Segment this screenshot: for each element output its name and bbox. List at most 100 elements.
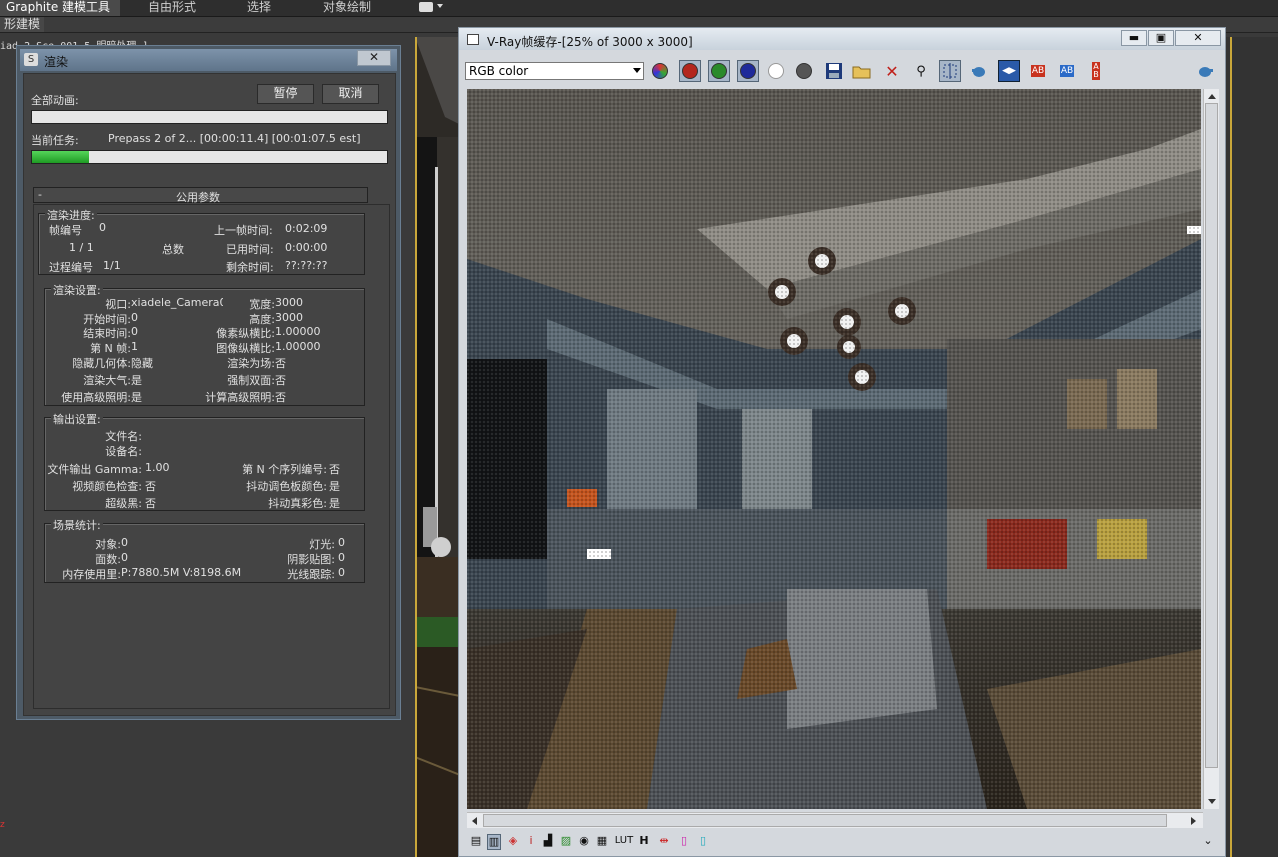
- height-value: 3000: [275, 311, 303, 324]
- chevron-down-icon[interactable]: [437, 4, 443, 8]
- objects-value: 0: [121, 536, 128, 549]
- teapot-glyph: [1199, 67, 1213, 77]
- task-progress-fill: [32, 151, 89, 163]
- ocio-icon[interactable]: ▯: [696, 834, 710, 848]
- pass-label: 过程编号: [49, 261, 93, 274]
- tab-graphite[interactable]: Graphite 建模工具: [0, 0, 120, 16]
- minimize-button[interactable]: ▬: [1121, 30, 1147, 46]
- rendered-image[interactable]: [467, 89, 1201, 809]
- nth-frame-value: 1: [131, 340, 138, 353]
- viewport-border: [1230, 37, 1232, 857]
- ab-vertical-icon[interactable]: AB: [1056, 60, 1078, 82]
- nth-serial-label: 第 N 个序列编号:: [242, 463, 327, 476]
- region-render-icon[interactable]: [939, 60, 961, 82]
- scene-statistics-group: 场景统计: 对象: 0 灯光: 0 面数: 0 阴影贴图: 0 内存使用里: P…: [44, 517, 365, 583]
- channel-select[interactable]: RGB color: [465, 62, 644, 80]
- memory-value: P:7880.5M V:8198.6M: [121, 566, 242, 579]
- close-button[interactable]: ✕: [1175, 30, 1221, 46]
- open-folder-icon[interactable]: [851, 60, 873, 82]
- vertical-scrollbar[interactable]: [1203, 89, 1219, 809]
- expand-icon[interactable]: ⌄: [1201, 834, 1215, 848]
- frame-value: 0: [99, 221, 106, 234]
- levels-icon[interactable]: ▨: [559, 834, 573, 848]
- close-button[interactable]: ✕: [357, 50, 391, 66]
- exposure-icon[interactable]: ▦: [595, 834, 609, 848]
- track-mouse-icon[interactable]: ⚲: [910, 60, 932, 82]
- render-dialog-titlebar[interactable]: S 渲染 ✕: [20, 49, 397, 71]
- scroll-up-icon[interactable]: [1208, 94, 1216, 99]
- nth-frame-label: 第 N 帧:: [90, 342, 131, 355]
- ribbon-options-icon[interactable]: [419, 2, 433, 12]
- ribbon-bar: Graphite 建模工具 自由形式 选择 对象绘制: [0, 0, 1278, 17]
- green-channel-icon[interactable]: [708, 60, 730, 82]
- histogram-icon[interactable]: H: [637, 834, 651, 848]
- blue-channel-icon[interactable]: [737, 60, 759, 82]
- srgb-icon[interactable]: ▯: [677, 834, 691, 848]
- vray-toolbar: RGB color ✕ ⚲ ◀▶ AB AB AB: [465, 60, 1219, 84]
- tab-label: Graphite 建模工具: [6, 0, 111, 14]
- display-correction-icon[interactable]: ◈: [506, 834, 520, 848]
- viewport-right-edge: [1225, 37, 1278, 857]
- history-icon[interactable]: ▤: [469, 834, 483, 848]
- lut-icon[interactable]: LUT: [613, 834, 635, 848]
- frame-count: 1 / 1: [69, 241, 94, 254]
- save-icon-glyph: [826, 63, 842, 79]
- compare-icon[interactable]: ◀▶: [998, 60, 1020, 82]
- scroll-left-icon[interactable]: [472, 817, 477, 825]
- pixel-aspect-label: 像素纵横比:: [216, 327, 275, 340]
- shadow-maps-value: 0: [338, 551, 345, 564]
- raytrace-value: 0: [338, 566, 345, 579]
- vertical-scroll-thumb[interactable]: [1205, 103, 1218, 768]
- tab-object-paint[interactable]: 对象绘制: [317, 0, 377, 16]
- pass-value: 1/1: [103, 259, 121, 272]
- horizontal-scroll-thumb[interactable]: [483, 814, 1167, 827]
- horizontal-scrollbar[interactable]: [467, 812, 1203, 828]
- mono-channel-icon[interactable]: [793, 60, 815, 82]
- window-icon: [467, 34, 479, 45]
- frame-label: 帧编号: [49, 224, 82, 237]
- teapot-icon[interactable]: [1194, 60, 1216, 82]
- ab-glyph: AB: [1059, 65, 1075, 77]
- rgb-channels-icon[interactable]: [649, 60, 671, 82]
- pause-button[interactable]: 暂停: [257, 84, 314, 104]
- force-2sided-value: 否: [275, 374, 286, 387]
- red-channel-icon[interactable]: [679, 60, 701, 82]
- ab-horizontal-icon[interactable]: AB: [1027, 60, 1049, 82]
- start-time-value: 0: [131, 311, 138, 324]
- current-task-label: 当前任务:: [31, 134, 79, 147]
- maximize-button[interactable]: ▣: [1148, 30, 1174, 46]
- lights-value: 0: [338, 536, 345, 549]
- tab-freeform[interactable]: 自由形式: [142, 0, 202, 16]
- cancel-button[interactable]: 取消: [322, 84, 379, 104]
- stereo-icon[interactable]: ⇹: [657, 834, 671, 848]
- vray-titlebar[interactable]: V-Ray帧缓存-[25% of 3000 x 3000] ▬ ▣ ✕: [459, 28, 1225, 50]
- tab-label: 选择: [247, 0, 272, 14]
- vray-frame-buffer-window: V-Ray帧缓存-[25% of 3000 x 3000] ▬ ▣ ✕ RGB …: [458, 27, 1226, 857]
- common-params-rollout-header[interactable]: - 公用参数: [33, 187, 368, 204]
- teapot-render-icon[interactable]: [968, 60, 990, 82]
- curve-icon[interactable]: ◉: [577, 834, 591, 848]
- tab-selection[interactable]: 选择: [241, 0, 277, 16]
- faces-value: 0: [121, 551, 128, 564]
- ab-swap-icon[interactable]: AB: [1085, 60, 1107, 82]
- dither-truecolor-value: 是: [329, 497, 340, 510]
- color-corrections-icon[interactable]: ▥: [487, 834, 501, 850]
- rollout-toggle[interactable]: -: [38, 188, 42, 201]
- vray-window-title: V-Ray帧缓存-[25% of 3000 x 3000]: [487, 35, 693, 49]
- compute-adv-lighting-label: 计算高级照明:: [205, 391, 275, 404]
- info-icon[interactable]: i: [524, 834, 538, 848]
- compute-adv-lighting-value: 否: [275, 391, 286, 404]
- pixel-info-icon[interactable]: ▟: [541, 834, 555, 848]
- scroll-right-icon[interactable]: [1191, 817, 1196, 825]
- subbar-label[interactable]: 形建模: [0, 17, 45, 32]
- total-label: 总数: [162, 243, 184, 256]
- clear-image-icon[interactable]: ✕: [881, 60, 903, 82]
- hidden-geometry-label: 隐藏几何体:: [72, 357, 131, 370]
- save-icon[interactable]: [823, 60, 845, 82]
- scroll-down-icon[interactable]: [1208, 799, 1216, 804]
- ab-glyph: AB: [1030, 65, 1046, 77]
- remaining-label: 剩余时间:: [226, 261, 274, 274]
- rollout-title: 公用参数: [176, 191, 220, 204]
- alpha-channel-icon[interactable]: [765, 60, 787, 82]
- raytrace-label: 光线跟踪:: [287, 568, 335, 581]
